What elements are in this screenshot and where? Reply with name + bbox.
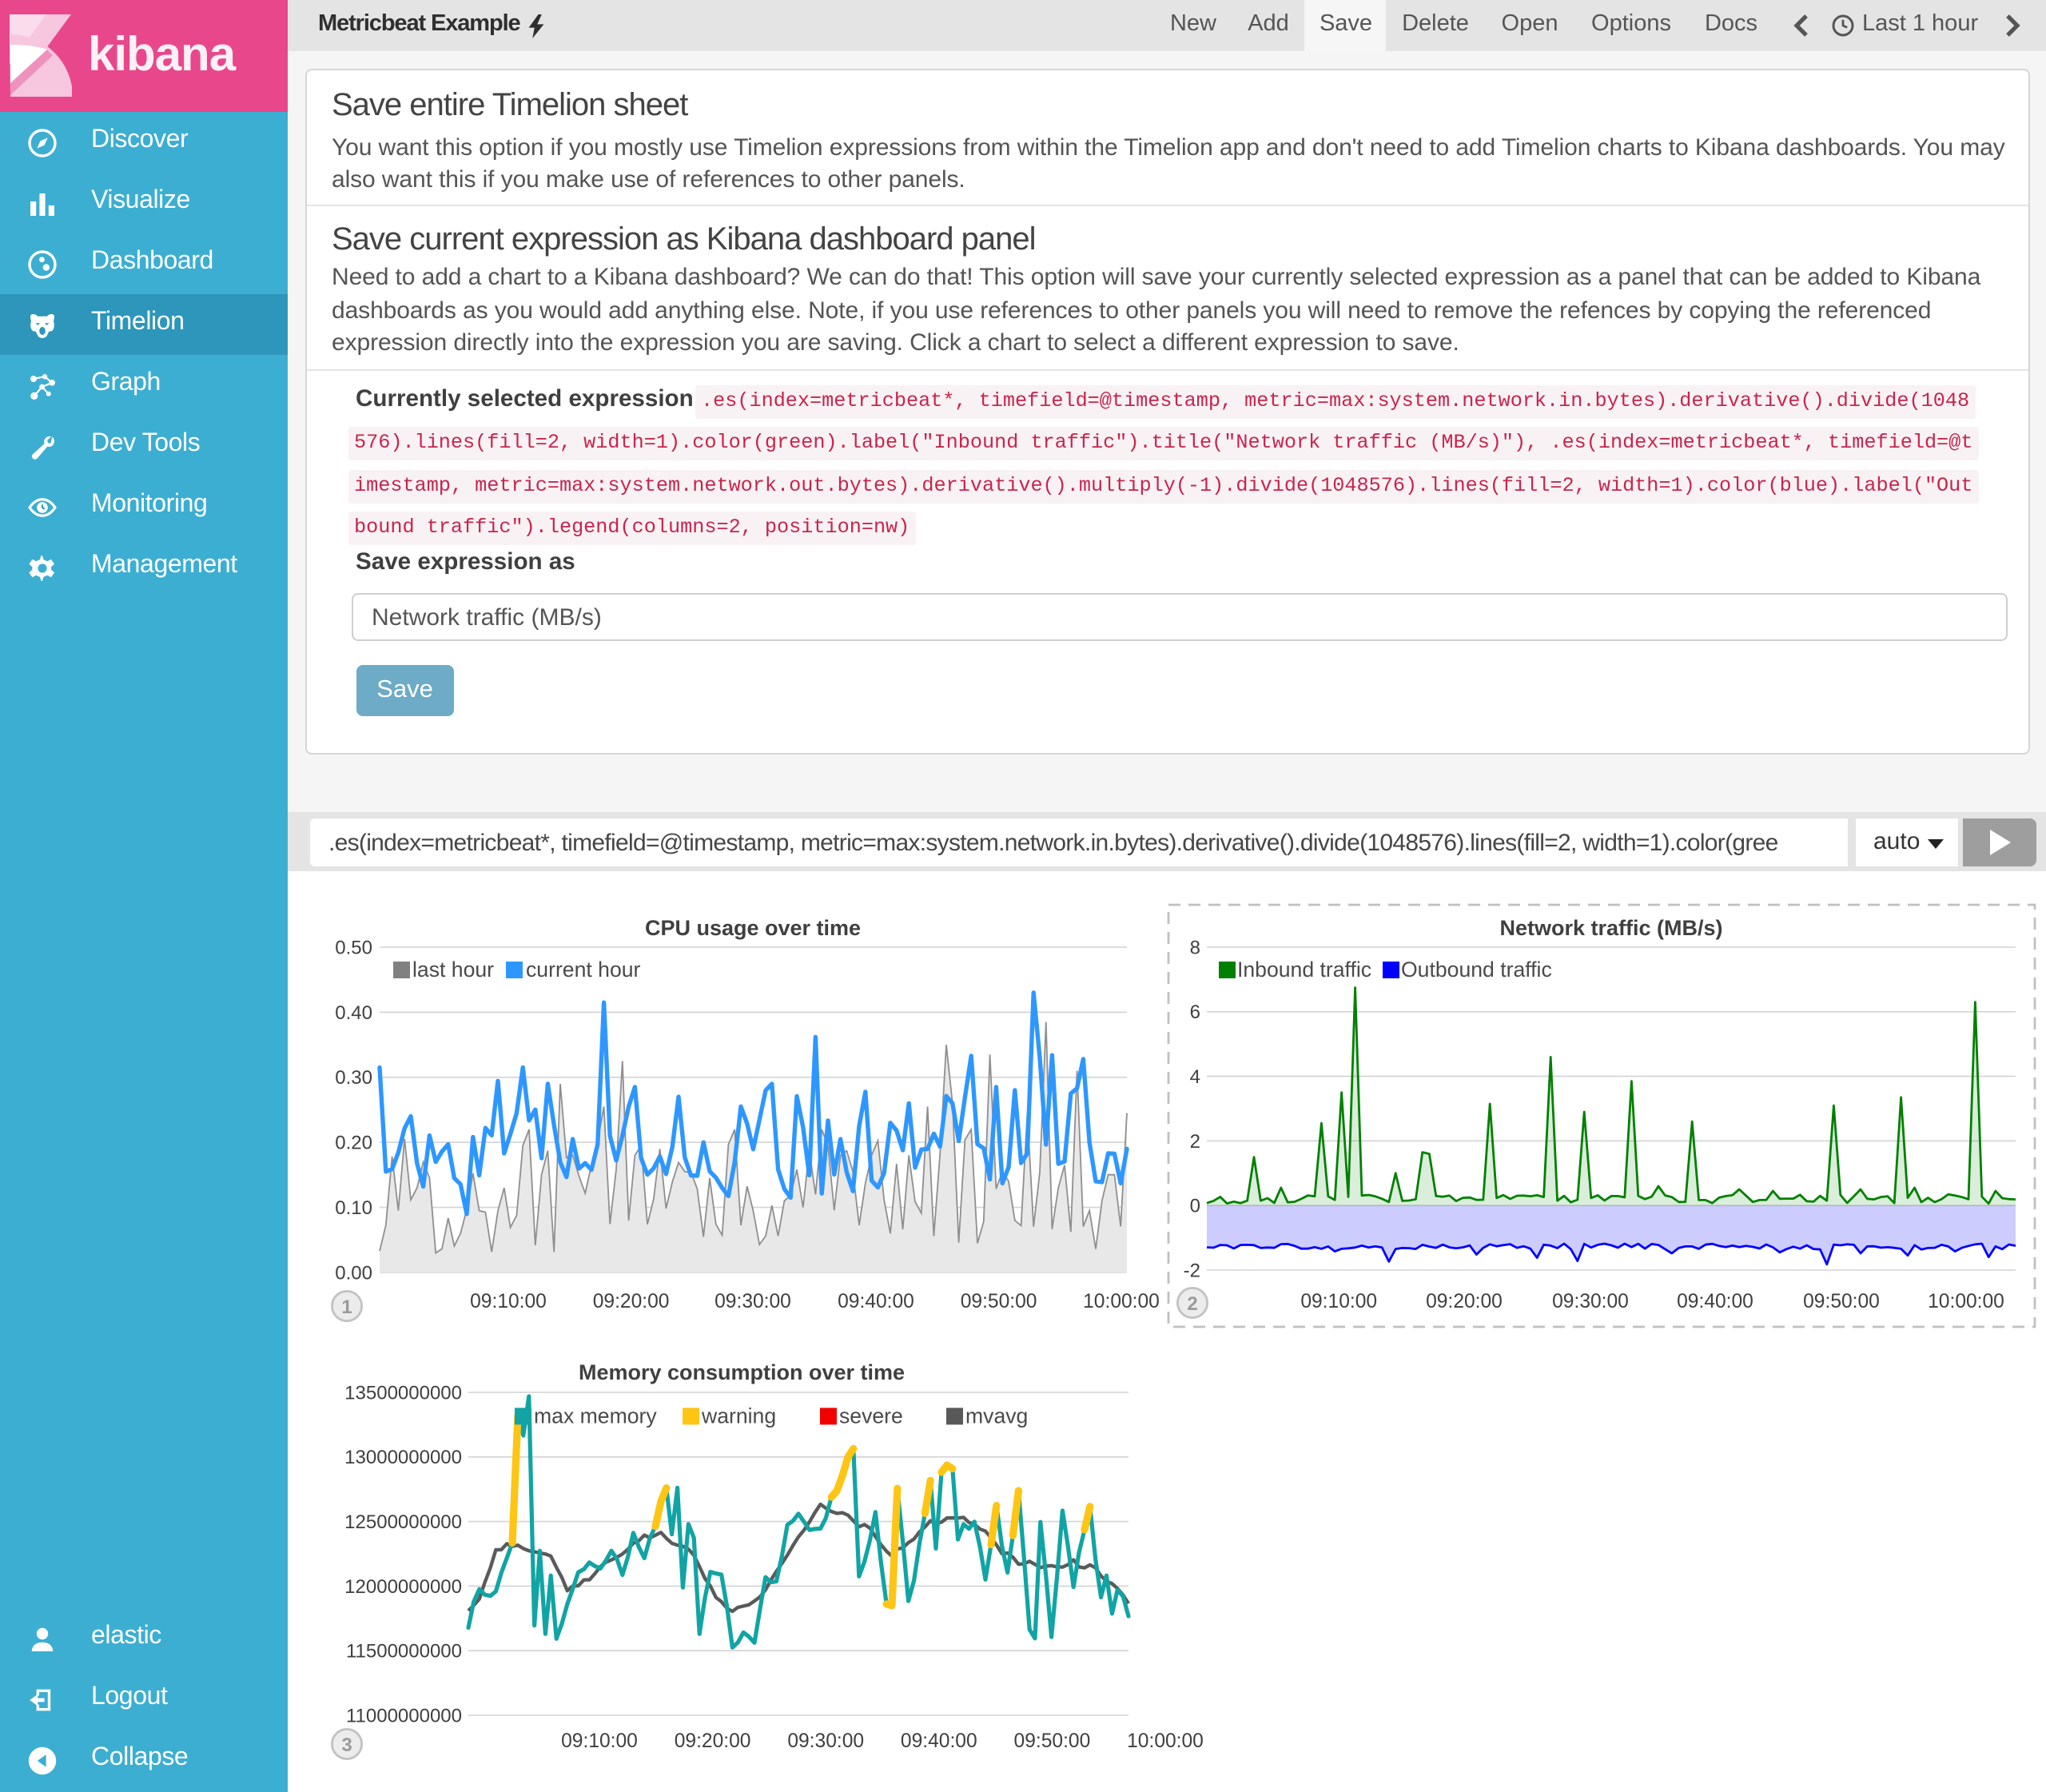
svg-text:09:30:00: 09:30:00: [787, 1730, 864, 1752]
svg-text:09:10:00: 09:10:00: [1300, 1291, 1377, 1312]
svg-text:0.00: 0.00: [335, 1262, 372, 1284]
svg-text:09:30:00: 09:30:00: [715, 1291, 791, 1312]
svg-text:10:00:00: 10:00:00: [1928, 1291, 2004, 1312]
svg-text:09:20:00: 09:20:00: [675, 1730, 751, 1752]
svg-text:10:00:00: 10:00:00: [1083, 1291, 1159, 1312]
svg-text:3: 3: [341, 1734, 352, 1756]
svg-text:09:50:00: 09:50:00: [961, 1291, 1037, 1312]
svg-text:6: 6: [1190, 1002, 1200, 1023]
svg-text:1: 1: [341, 1296, 352, 1318]
svg-text:12000000000: 12000000000: [344, 1576, 462, 1598]
svg-text:09:40:00: 09:40:00: [1677, 1291, 1753, 1312]
svg-text:Inbound traffic: Inbound traffic: [1237, 958, 1371, 982]
svg-text:Outbound traffic: Outbound traffic: [1401, 958, 1552, 982]
svg-text:0: 0: [1190, 1196, 1200, 1217]
svg-text:max memory: max memory: [534, 1404, 657, 1428]
svg-text:current hour: current hour: [526, 958, 641, 982]
svg-text:09:50:00: 09:50:00: [1803, 1291, 1880, 1312]
svg-text:0.50: 0.50: [335, 937, 372, 958]
svg-text:09:40:00: 09:40:00: [901, 1730, 977, 1752]
svg-text:0.20: 0.20: [335, 1133, 372, 1154]
svg-text:12500000000: 12500000000: [344, 1511, 462, 1533]
svg-text:11000000000: 11000000000: [346, 1705, 462, 1726]
svg-text:0.40: 0.40: [335, 1002, 372, 1024]
svg-text:4: 4: [1190, 1066, 1200, 1088]
svg-text:0.10: 0.10: [335, 1197, 372, 1219]
svg-text:09:10:00: 09:10:00: [470, 1291, 547, 1312]
svg-text:mvavg: mvavg: [965, 1404, 1028, 1428]
svg-text:09:50:00: 09:50:00: [1014, 1730, 1091, 1752]
svg-text:13000000000: 13000000000: [344, 1447, 462, 1468]
svg-text:Memory consumption over time: Memory consumption over time: [579, 1360, 905, 1384]
svg-text:8: 8: [1190, 937, 1200, 958]
svg-text:2: 2: [1190, 1131, 1200, 1153]
svg-text:10:00:00: 10:00:00: [1127, 1730, 1204, 1752]
svg-text:0.30: 0.30: [335, 1067, 372, 1089]
svg-text:09:40:00: 09:40:00: [838, 1291, 914, 1312]
svg-text:13500000000: 13500000000: [344, 1382, 462, 1404]
svg-text:09:30:00: 09:30:00: [1552, 1291, 1629, 1312]
svg-text:Network traffic (MB/s): Network traffic (MB/s): [1499, 916, 1722, 940]
svg-text:last hour: last hour: [412, 958, 494, 982]
svg-text:2: 2: [1187, 1293, 1197, 1315]
svg-text:CPU usage over time: CPU usage over time: [645, 916, 861, 940]
svg-text:09:10:00: 09:10:00: [561, 1730, 638, 1752]
svg-text:11500000000: 11500000000: [346, 1641, 462, 1663]
svg-text:09:20:00: 09:20:00: [593, 1291, 670, 1312]
svg-text:warning: warning: [701, 1404, 776, 1428]
svg-text:09:20:00: 09:20:00: [1426, 1291, 1503, 1312]
svg-text:severe: severe: [839, 1404, 903, 1428]
svg-text:-2: -2: [1184, 1260, 1200, 1281]
